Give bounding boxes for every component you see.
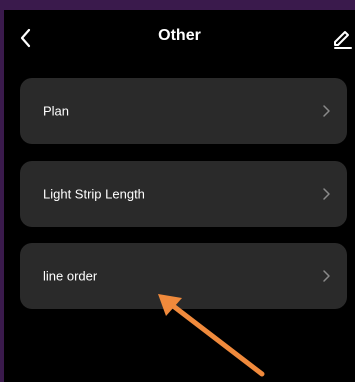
menu-item-label: line order <box>43 268 98 284</box>
top-bar: Other <box>4 10 355 66</box>
menu-item-light-strip-length[interactable]: Light Strip Length <box>20 161 347 227</box>
app-screen: Other Plan Light Strip Length line order <box>4 10 355 382</box>
chevron-right-icon <box>323 188 330 200</box>
menu-item-label: Plan <box>43 103 70 119</box>
edit-button[interactable] <box>331 24 355 50</box>
pencil-icon <box>334 31 352 49</box>
chevron-right-icon <box>323 105 330 117</box>
chevron-right-icon <box>323 270 330 282</box>
menu-item-line-order[interactable]: line order <box>20 243 347 309</box>
page-title: Other <box>158 27 201 44</box>
menu-item-label: Light Strip Length <box>43 186 145 202</box>
menu-item-plan[interactable]: Plan <box>20 78 347 144</box>
